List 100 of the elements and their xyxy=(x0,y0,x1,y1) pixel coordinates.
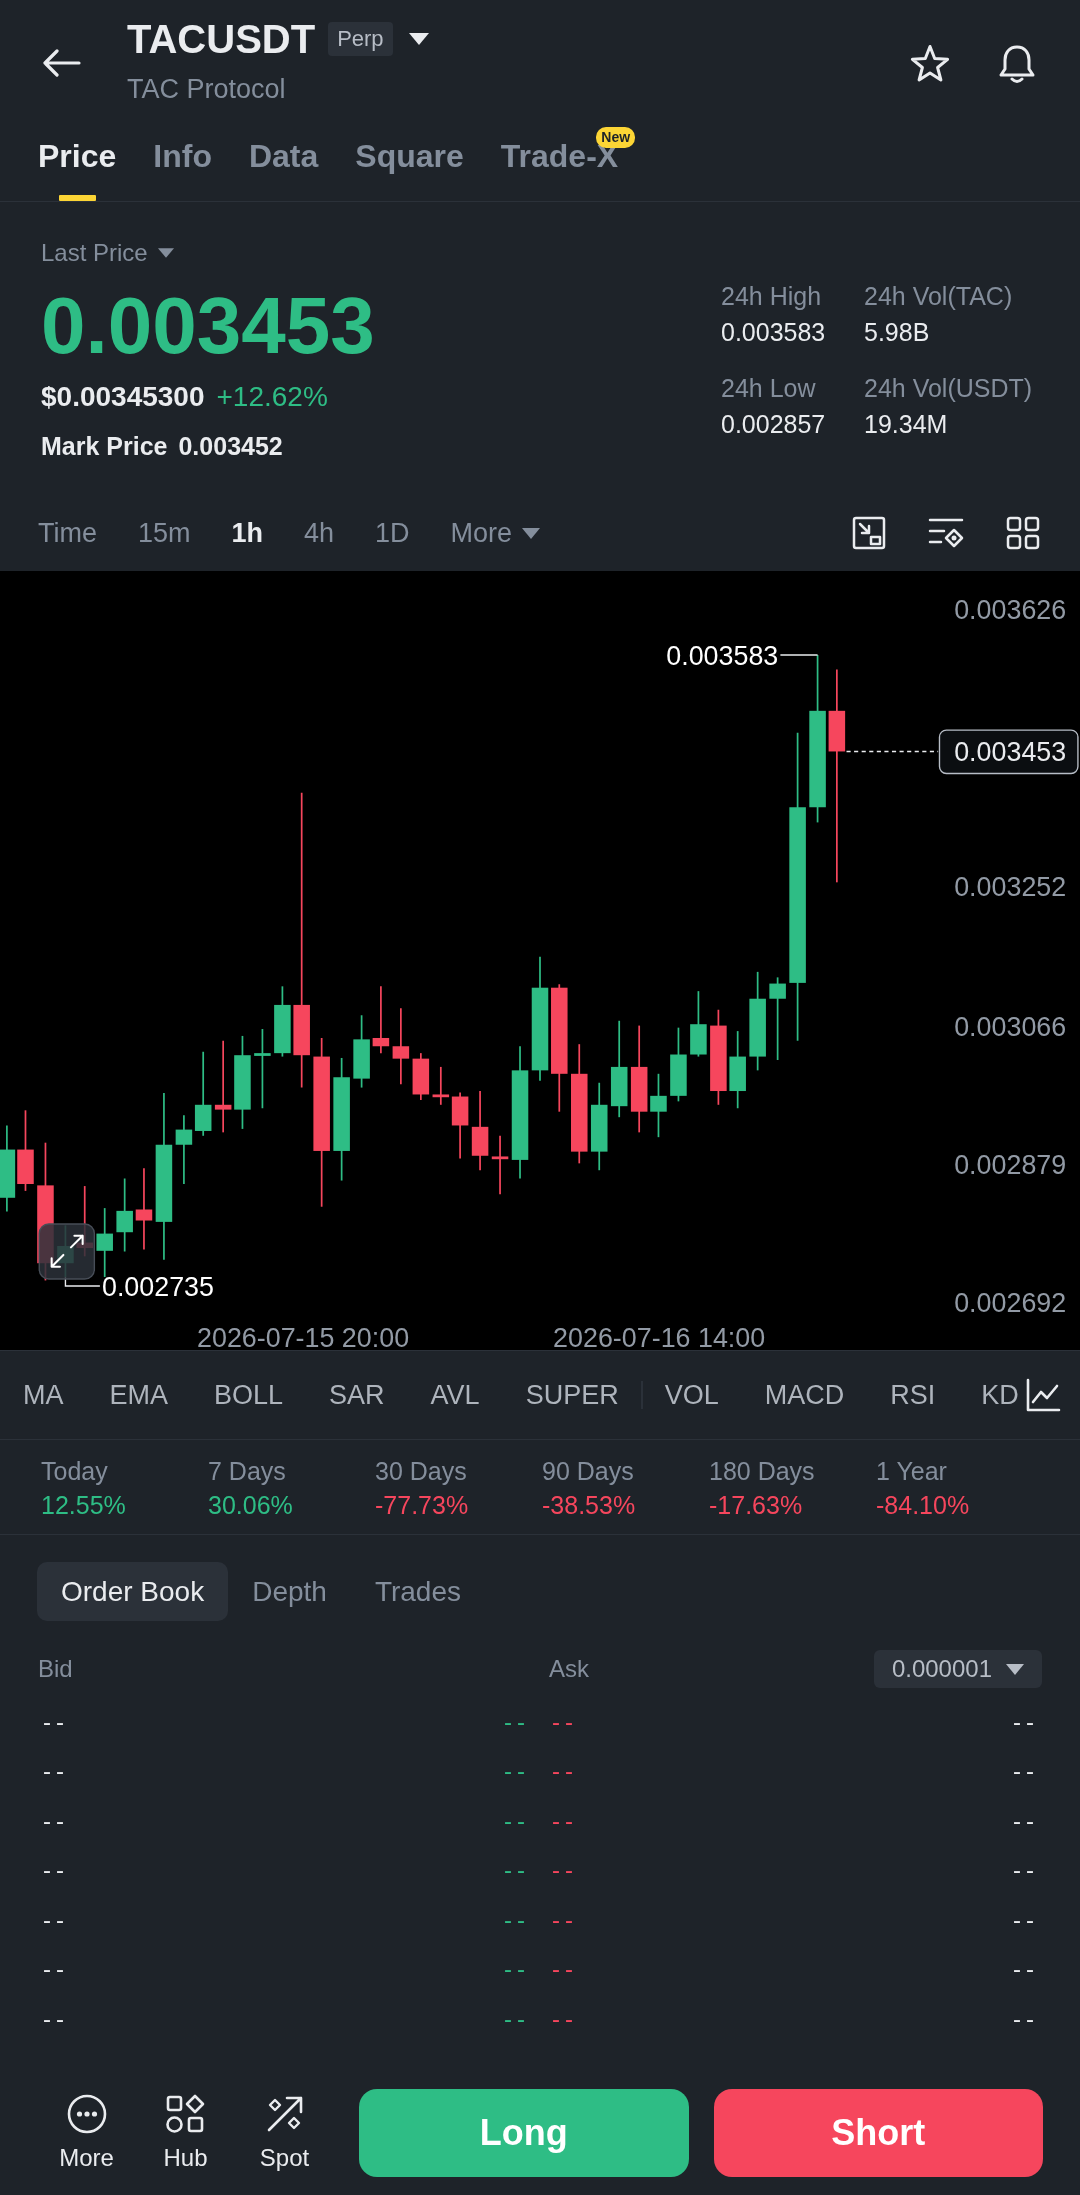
ask-price: -- xyxy=(551,1707,578,1736)
order-book-tab[interactable]: Trades xyxy=(350,1562,485,1621)
shortcut-button[interactable]: Hub xyxy=(136,2089,235,2177)
caret-icon[interactable] xyxy=(408,33,429,45)
bid-amount: -- xyxy=(42,1757,69,1786)
indicator-tab[interactable]: RSI xyxy=(890,1377,936,1413)
bid-amount: -- xyxy=(42,1806,69,1835)
indicator-tab[interactable]: SAR xyxy=(329,1377,385,1413)
bid-price: -- xyxy=(503,1757,530,1786)
bid-price: -- xyxy=(503,1806,530,1835)
indicator-tab[interactable]: KD xyxy=(981,1377,1019,1413)
bid-price: -- xyxy=(503,2004,530,2033)
column-header: Bid xyxy=(38,1655,73,1683)
low-price-label: 0.002735 xyxy=(101,1271,214,1302)
bid-amount: -- xyxy=(42,1905,69,1934)
interval-tab[interactable]: 4h xyxy=(304,515,335,551)
interval-tab[interactable]: 15m xyxy=(138,515,191,551)
ask-amount: -- xyxy=(1012,1757,1039,1786)
ask-amount: -- xyxy=(1012,1707,1039,1736)
stat-label: 24h Vol(USDT) xyxy=(864,373,1033,404)
order-book-tab[interactable]: Order Book xyxy=(37,1562,229,1621)
stat-value: 19.34M xyxy=(864,409,948,440)
period-label: 90 Days xyxy=(542,1456,634,1487)
perp-badge: Perp xyxy=(328,22,393,56)
indicator-tab[interactable]: AVL xyxy=(430,1377,480,1413)
tab[interactable]: Price xyxy=(38,110,117,201)
ask-amount: -- xyxy=(1012,1806,1039,1835)
expand-button[interactable] xyxy=(38,1223,96,1280)
ask-amount: -- xyxy=(1012,1856,1039,1885)
price-axis-label: 0.002692 xyxy=(954,1288,1067,1319)
mark-price: 0.003452 xyxy=(178,431,283,462)
stat-label: 24h High xyxy=(721,281,822,312)
short-button[interactable]: Short xyxy=(713,2089,1043,2177)
price-axis-label: 0.003252 xyxy=(954,872,1067,903)
shortcut-button[interactable]: Spot xyxy=(235,2089,334,2177)
price-axis-label: 0.002879 xyxy=(954,1150,1067,1181)
ask-amount: -- xyxy=(1012,1955,1039,1984)
back-arrow-icon[interactable] xyxy=(43,49,81,77)
indicator-tab[interactable]: VOL xyxy=(664,1377,719,1413)
grid-icon[interactable] xyxy=(1006,516,1040,550)
ask-price: -- xyxy=(551,1856,578,1885)
period-label: 7 Days xyxy=(208,1456,286,1487)
more-menu[interactable]: More xyxy=(450,515,541,551)
lines-diamond-icon[interactable] xyxy=(928,516,964,550)
interval-tab[interactable]: 1D xyxy=(375,515,410,551)
price-change: +12.62% xyxy=(216,380,328,414)
candle xyxy=(96,1207,113,1278)
period-change: -38.53% xyxy=(542,1490,636,1521)
period-change: 30.06% xyxy=(208,1490,293,1521)
indicator-tab[interactable]: EMA xyxy=(109,1377,168,1413)
period-label: 1 Year xyxy=(876,1456,947,1487)
more-icon xyxy=(66,2094,107,2134)
project-name: TAC Protocol xyxy=(127,73,286,106)
expand-icon xyxy=(50,1234,84,1268)
precision-dropdown[interactable]: 0.000001 xyxy=(873,1650,1042,1688)
shapes-icon xyxy=(165,2094,206,2134)
line-chart-icon[interactable] xyxy=(1025,1377,1061,1413)
indicator-tab[interactable]: SUPER xyxy=(525,1377,619,1413)
last-price: 0.003453 xyxy=(41,286,375,366)
price-axis-label: 0.003626 xyxy=(954,594,1067,625)
tab[interactable]: Data xyxy=(248,110,319,201)
price-axis-label: 0.003066 xyxy=(954,1011,1067,1042)
bid-price: -- xyxy=(503,1905,530,1934)
bid-price: -- xyxy=(503,1856,530,1885)
mark-price-label: Mark Price xyxy=(41,431,168,462)
tab[interactable]: Info xyxy=(153,110,212,201)
ask-price: -- xyxy=(551,1905,578,1934)
bid-price: -- xyxy=(503,1955,530,1984)
column-header: Ask xyxy=(549,1655,589,1683)
candle xyxy=(491,1134,509,1196)
pair-title: TACUSDT xyxy=(127,16,316,62)
bid-price: -- xyxy=(503,1707,530,1736)
indicator-tab[interactable]: MA xyxy=(23,1377,64,1413)
stat-label: 24h Low xyxy=(721,373,816,404)
ask-price: -- xyxy=(551,1757,578,1786)
caret-icon[interactable] xyxy=(1006,1663,1024,1675)
time-axis-label: 2026-07-15 20:00 xyxy=(197,1322,410,1350)
leader-line xyxy=(779,654,819,656)
period-change: -17.63% xyxy=(709,1490,803,1521)
period-change: 12.55% xyxy=(41,1490,126,1521)
indicator-tab[interactable]: BOLL xyxy=(214,1377,284,1413)
ask-price: -- xyxy=(551,1955,578,1984)
usd-price: $0.00345300 xyxy=(41,380,205,414)
candle xyxy=(175,1114,193,1185)
shortcut-button[interactable]: More xyxy=(37,2089,136,2177)
candle xyxy=(650,1072,667,1139)
period-label: 30 Days xyxy=(375,1456,467,1487)
period-label: Today xyxy=(41,1456,108,1487)
interval-tab[interactable]: Time xyxy=(38,515,97,551)
indicator-tab[interactable]: MACD xyxy=(764,1377,845,1413)
period-change: -77.73% xyxy=(375,1490,469,1521)
stat-value: 0.002857 xyxy=(721,409,826,440)
ask-amount: -- xyxy=(1012,2004,1039,2033)
period-label: 180 Days xyxy=(709,1456,815,1487)
order-book-tab[interactable]: Depth xyxy=(228,1562,351,1621)
interval-tab[interactable]: 1h xyxy=(231,515,264,551)
tab[interactable]: Square xyxy=(355,110,464,201)
bid-amount: -- xyxy=(42,1707,69,1736)
ask-price: -- xyxy=(551,2004,578,2033)
candle xyxy=(690,990,707,1058)
